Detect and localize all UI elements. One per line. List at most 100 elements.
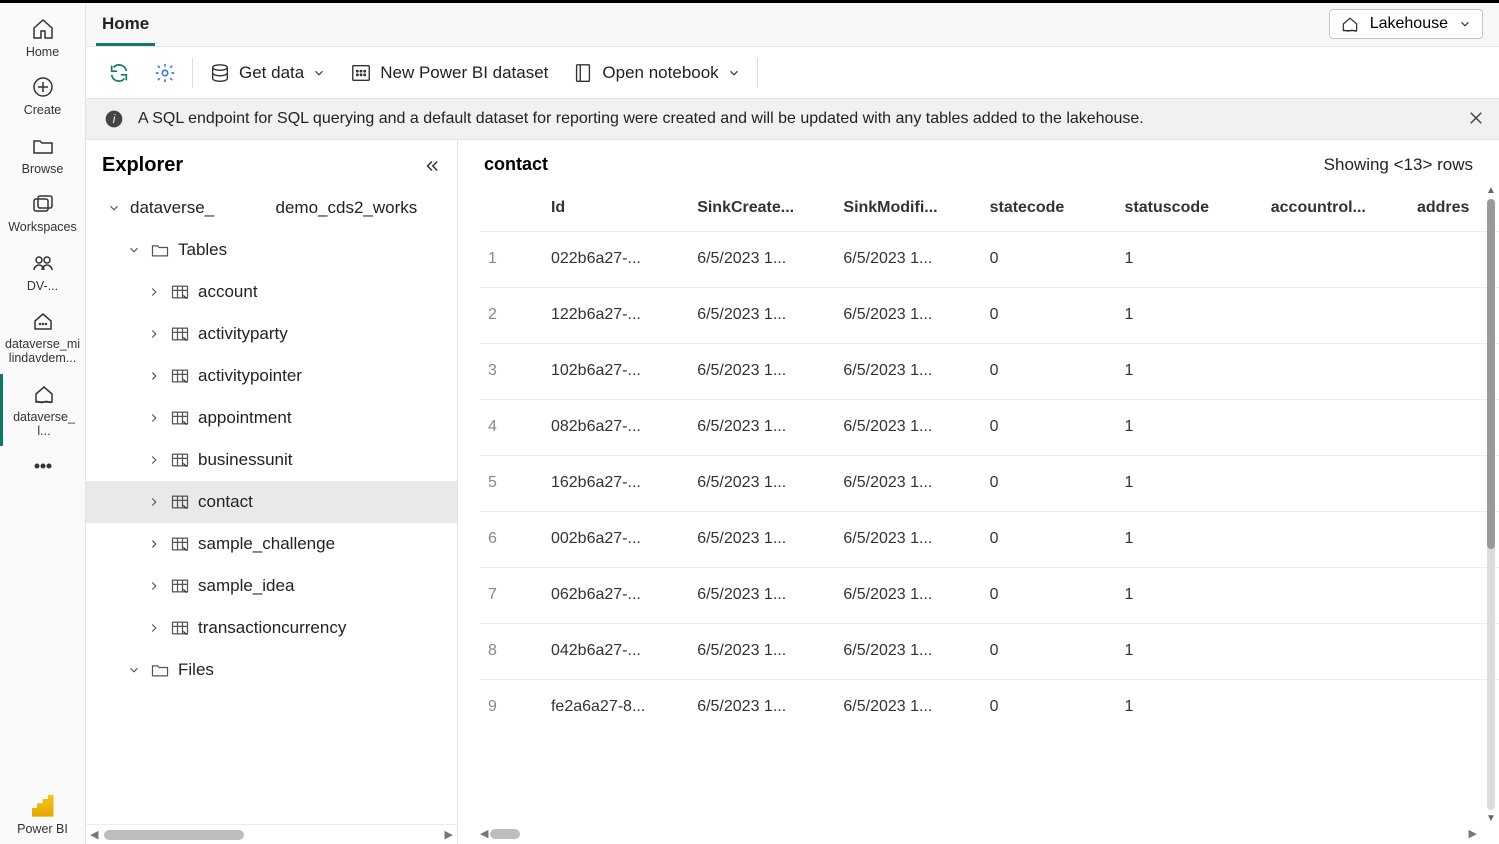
chevron-down-icon [126,243,142,257]
row-number: 8 [480,623,543,679]
grid-hscrollbar[interactable]: ◀ ▶ [458,824,1499,844]
files-folder[interactable]: Files [86,649,457,691]
close-banner-button[interactable] [1467,109,1485,127]
chevron-down-icon [312,66,326,80]
home-icon [29,15,57,43]
column-header[interactable]: statecode [982,185,1117,231]
nav-workspaces[interactable]: Workspaces [0,184,85,242]
cell-statecode: 0 [982,287,1117,343]
nav-workspaces-label: Workspaces [8,220,77,234]
cell-sinkmodified: 6/5/2023 1... [835,343,981,399]
folder-icon [150,660,170,680]
cell-id: 162b6a27-... [543,455,689,511]
get-data-button[interactable]: Get data [201,58,334,88]
scrollbar-thumb[interactable] [104,830,244,840]
nav-ws2-label: dataverse_milindavdem... [4,337,81,366]
chevron-right-icon [146,369,162,383]
nav-more[interactable] [0,446,85,488]
folder-icon [150,240,170,260]
table-name: transactioncurrency [198,618,346,638]
cell-sinkcreate: 6/5/2023 1... [689,511,835,567]
table-node-sample_challenge[interactable]: sample_challenge [86,523,457,565]
grid-row-count: Showing <13> rows [1324,155,1473,175]
cell-statecode: 0 [982,343,1117,399]
nav-create[interactable]: Create [0,67,85,125]
table-icon [170,282,190,302]
table-node-contact[interactable]: contact [86,481,457,523]
view-mode-switch[interactable]: Lakehouse [1329,9,1483,39]
column-header[interactable]: SinkModifi... [835,185,981,231]
cell-sinkmodified: 6/5/2023 1... [835,511,981,567]
table-name: contact [198,492,253,512]
cell-sinkmodified: 6/5/2023 1... [835,455,981,511]
cell-sinkcreate: 6/5/2023 1... [689,231,835,287]
table-name: account [198,282,258,302]
svg-text:i: i [113,113,116,126]
tables-folder[interactable]: Tables [86,229,457,271]
table-node-sample_idea[interactable]: sample_idea [86,565,457,607]
cell-statuscode: 1 [1117,567,1263,623]
table-row[interactable]: 6002b6a27-...6/5/2023 1...6/5/2023 1...0… [480,511,1499,567]
nav-home[interactable]: Home [0,9,85,67]
explorer-hscrollbar[interactable]: ◀ ▶ [86,824,457,844]
row-number: 1 [480,231,543,287]
cell-statecode: 0 [982,567,1117,623]
column-header[interactable]: accountrol... [1263,185,1409,231]
folder-icon [29,132,57,160]
scroll-left-icon: ◀ [90,828,98,841]
table-node-appointment[interactable]: appointment [86,397,457,439]
column-header[interactable]: SinkCreate... [689,185,835,231]
table-row[interactable]: 5162b6a27-...6/5/2023 1...6/5/2023 1...0… [480,455,1499,511]
cell-sinkmodified: 6/5/2023 1... [835,679,981,735]
table-row[interactable]: 9fe2a6a27-8...6/5/2023 1...6/5/2023 1...… [480,679,1499,735]
table-icon [170,408,190,428]
grid-vscrollbar[interactable]: ▲ ▼ [1485,185,1497,824]
table-row[interactable]: 8042b6a27-...6/5/2023 1...6/5/2023 1...0… [480,623,1499,679]
toolbar: Get data New Power BI dataset Open noteb… [86,47,1499,99]
cell-statuscode: 1 [1117,399,1263,455]
table-node-businessunit[interactable]: businessunit [86,439,457,481]
row-number: 9 [480,679,543,735]
lakehouse-node[interactable]: dataverse_ demo_cds2_works [86,187,457,229]
table-row[interactable]: 3102b6a27-...6/5/2023 1...6/5/2023 1...0… [480,343,1499,399]
view-mode-label: Lakehouse [1370,15,1448,33]
cell-accountrole [1263,287,1409,343]
cell-sinkcreate: 6/5/2023 1... [689,399,835,455]
cell-sinkmodified: 6/5/2023 1... [835,623,981,679]
open-notebook-button[interactable]: Open notebook [564,58,748,88]
cell-statecode: 0 [982,399,1117,455]
table-row[interactable]: 1022b6a27-...6/5/2023 1...6/5/2023 1...0… [480,231,1499,287]
table-row[interactable]: 4082b6a27-...6/5/2023 1...6/5/2023 1...0… [480,399,1499,455]
nav-ws3-label: dataverse_ l... [7,410,81,439]
new-dataset-button[interactable]: New Power BI dataset [342,58,556,88]
collapse-explorer-button[interactable] [423,157,441,175]
chevron-right-icon [146,285,162,299]
cell-statuscode: 1 [1117,679,1263,735]
column-header[interactable]: Id [543,185,689,231]
nav-browse[interactable]: Browse [0,126,85,184]
open-notebook-label: Open notebook [602,63,718,83]
nav-powerbi[interactable]: Power BI [0,786,85,844]
table-node-activityparty[interactable]: activityparty [86,313,457,355]
cell-sinkcreate: 6/5/2023 1... [689,567,835,623]
table-row[interactable]: 7062b6a27-...6/5/2023 1...6/5/2023 1...0… [480,567,1499,623]
tab-home[interactable]: Home [96,5,155,46]
settings-button[interactable] [146,58,184,88]
table-row[interactable]: 2122b6a27-...6/5/2023 1...6/5/2023 1...0… [480,287,1499,343]
workspaces-icon [29,190,57,218]
table-node-transactioncurrency[interactable]: transactioncurrency [86,607,457,649]
table-node-activitypointer[interactable]: activitypointer [86,355,457,397]
nav-ws3[interactable]: dataverse_ l... [0,374,85,447]
notebook-icon [572,62,594,84]
data-grid-pane: contact Showing <13> rows IdSinkCreate..… [458,140,1499,844]
table-node-account[interactable]: account [86,271,457,313]
nav-ws2[interactable]: dataverse_milindavdem... [0,301,85,374]
refresh-button[interactable] [100,58,138,88]
lakehouse-name: dataverse_ demo_cds2_works [130,198,417,218]
scrollbar-thumb[interactable] [1487,199,1495,549]
cell-statecode: 0 [982,511,1117,567]
nav-ws1[interactable]: DV-... [0,243,85,301]
column-header[interactable]: statuscode [1117,185,1263,231]
scrollbar-thumb[interactable] [490,829,520,839]
info-banner: i A SQL endpoint for SQL querying and a … [86,99,1499,140]
